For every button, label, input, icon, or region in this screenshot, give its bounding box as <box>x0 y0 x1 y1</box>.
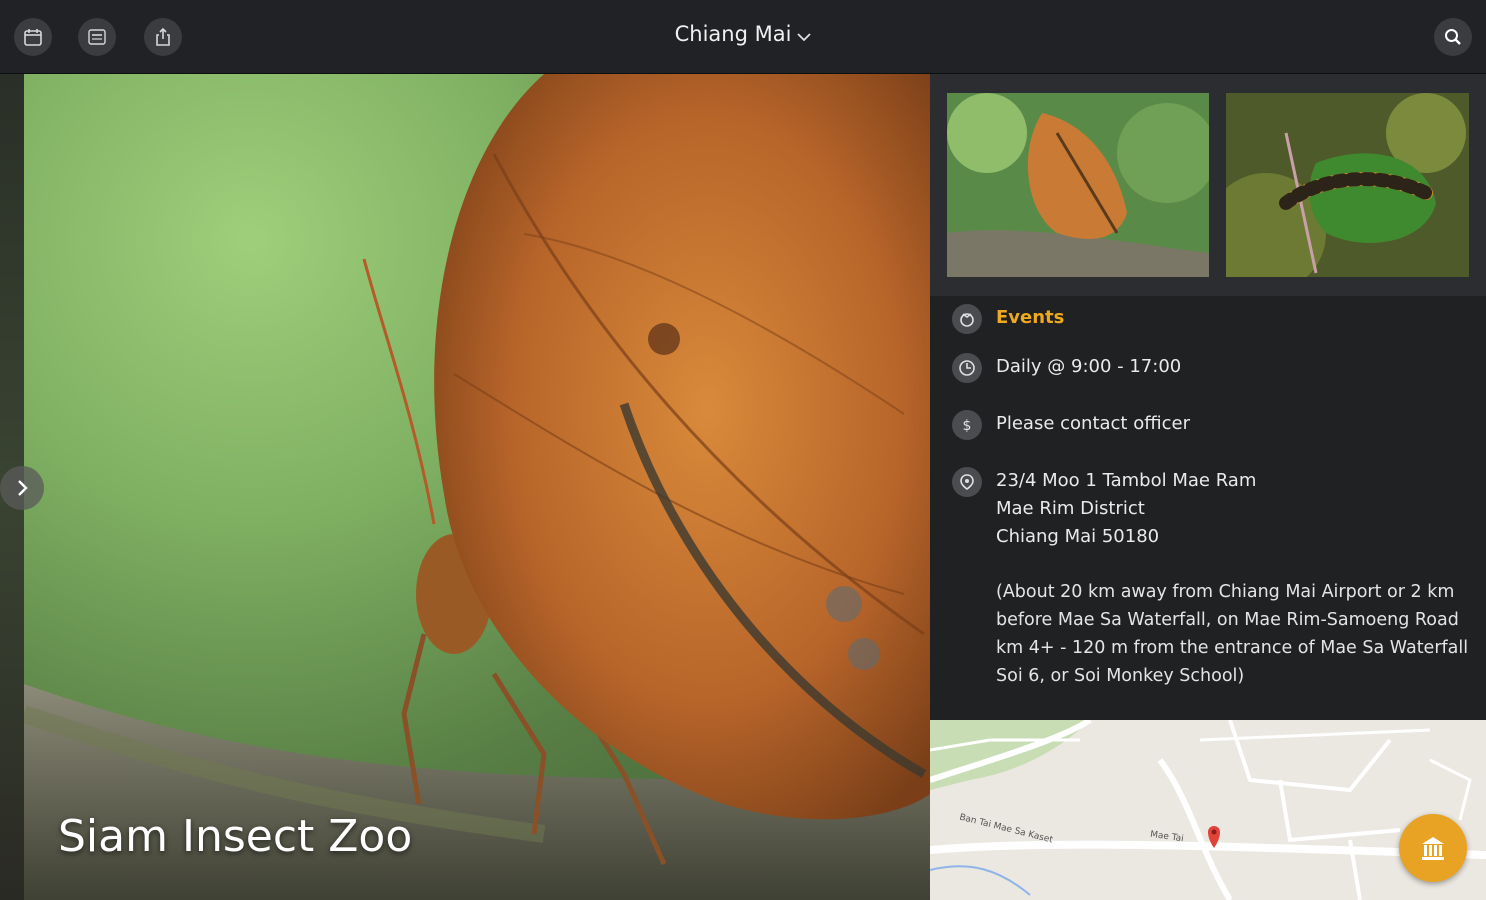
category-label: Events <box>996 307 1065 328</box>
hours-row: Daily @ 9:00 - 17:00 <box>952 353 1181 383</box>
address-row: 23/4 Moo 1 Tambol Mae Ram Mae Rim Distri… <box>952 467 1256 551</box>
thumbnail-strip <box>930 74 1486 296</box>
address-text: 23/4 Moo 1 Tambol Mae Ram Mae Rim Distri… <box>996 467 1256 551</box>
events-row: Events <box>952 304 1064 334</box>
city-label: Chiang Mai <box>674 22 792 46</box>
location-pin-icon <box>952 467 982 497</box>
svg-text:$: $ <box>963 418 972 434</box>
details-panel: Events Daily @ 9:00 - 17:00 $ Please con… <box>930 74 1486 720</box>
search-icon <box>1445 29 1461 45</box>
location-map[interactable]: Ban Tai Mae Sa Kaset Mae Tai <box>930 720 1486 900</box>
next-image-button[interactable] <box>0 466 44 510</box>
address-line-2: Mae Rim District <box>996 498 1145 519</box>
hours-text: Daily @ 9:00 - 17:00 <box>996 356 1182 377</box>
butterfly-photo <box>24 74 930 900</box>
attraction-fab-button[interactable] <box>1399 814 1467 882</box>
price-row: $ Please contact officer <box>952 410 1190 440</box>
price-text: Please contact officer <box>996 413 1191 434</box>
directions-text: (About 20 km away from Chiang Mai Airpor… <box>996 582 1469 686</box>
dollar-icon: $ <box>952 410 982 440</box>
city-selector[interactable]: Chiang Mai <box>0 22 1486 47</box>
thumbnail-caterpillar-image <box>1226 93 1469 277</box>
museum-icon <box>1422 837 1444 860</box>
map-graphic <box>930 720 1486 900</box>
chevron-down-icon <box>797 23 812 47</box>
thumbnail-caterpillar[interactable] <box>1226 93 1469 277</box>
address-line-1: 23/4 Moo 1 Tambol Mae Ram <box>996 470 1257 491</box>
address-line-3: Chiang Mai 50180 <box>996 526 1160 547</box>
thumbnail-butterfly-image <box>947 93 1209 277</box>
events-icon <box>952 304 982 334</box>
thumbnail-butterfly[interactable] <box>947 93 1209 277</box>
chevron-right-icon <box>18 480 28 496</box>
clock-icon <box>952 353 982 383</box>
hero-image: Siam Insect Zoo <box>24 74 930 900</box>
place-title: Siam Insect Zoo <box>58 811 413 862</box>
search-button[interactable] <box>1434 18 1472 56</box>
top-bar: Chiang Mai <box>0 0 1486 74</box>
